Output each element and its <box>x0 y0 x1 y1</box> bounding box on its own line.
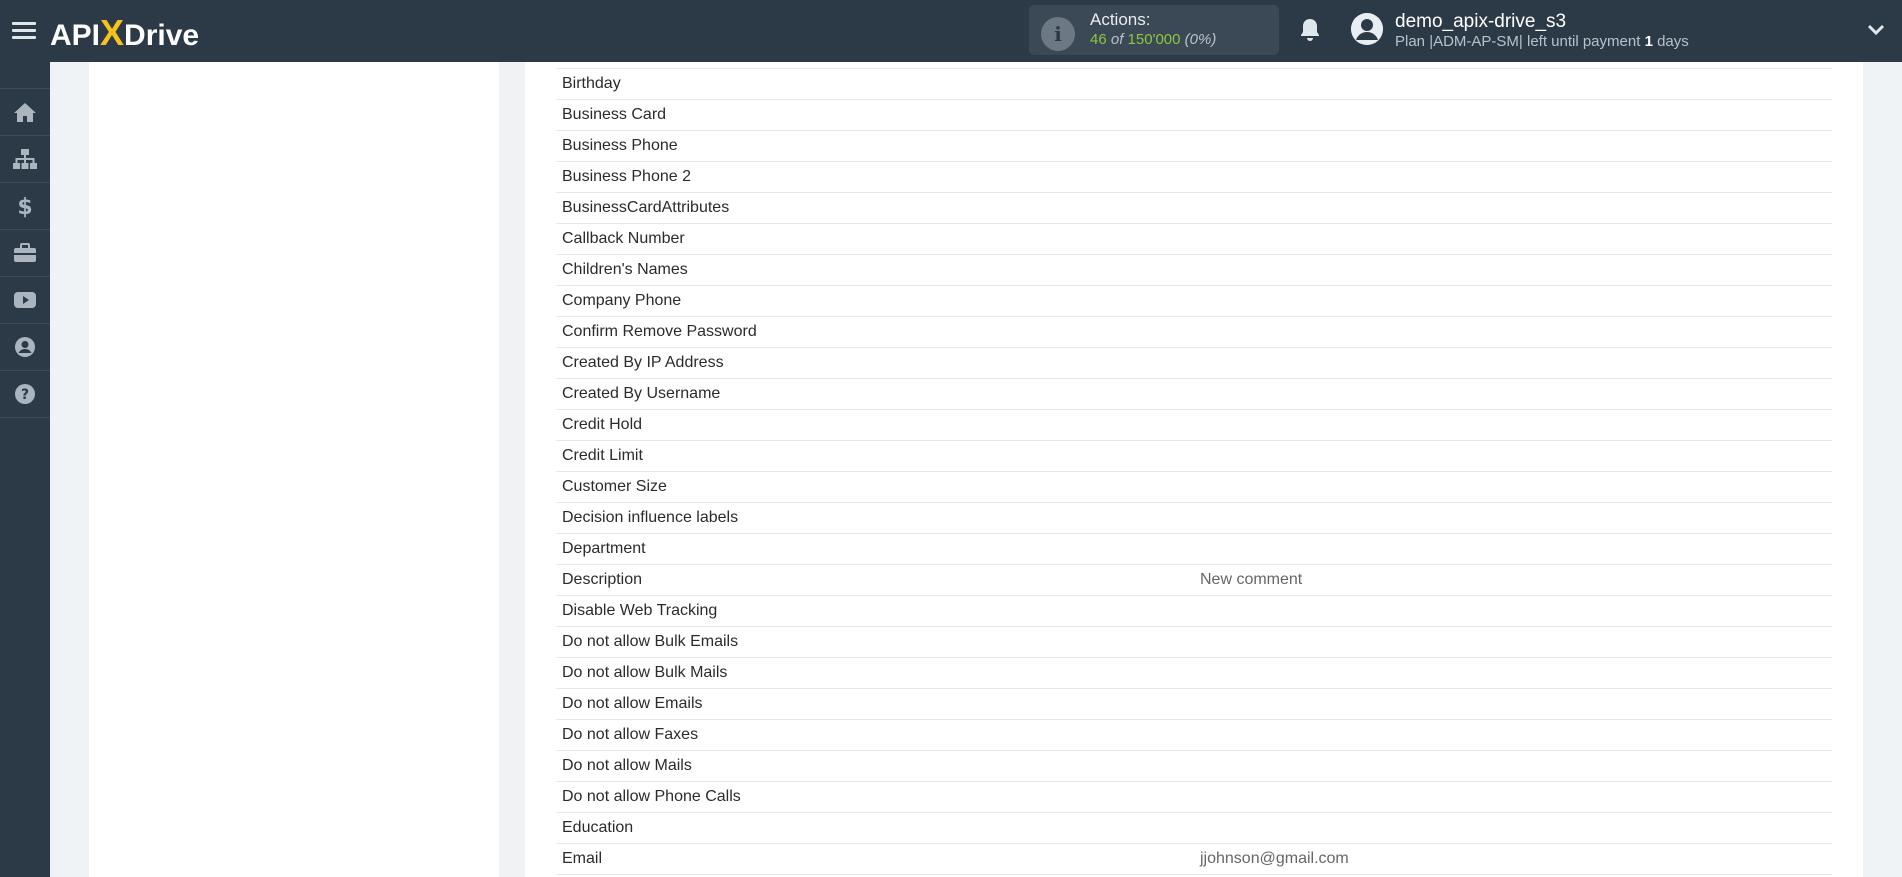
info-icon: i <box>1041 17 1075 51</box>
field-label: Company Phone <box>562 292 682 309</box>
svg-text:?: ? <box>21 387 29 403</box>
field-label: Created By IP Address <box>562 354 724 371</box>
table-row[interactable]: BusinessCardAttributes <box>556 193 1832 224</box>
sitemap-icon <box>13 149 37 169</box>
table-row[interactable]: Birthday <box>556 69 1832 100</box>
table-row[interactable]: Do not allow Bulk Emails <box>556 627 1832 658</box>
field-label: BusinessCardAttributes <box>562 199 730 216</box>
field-label: Description <box>562 571 643 588</box>
fields-table: Back Office Customer Birthday Business Car… <box>556 62 1832 875</box>
sidebar-item-home[interactable] <box>0 88 50 136</box>
briefcase-icon <box>14 243 36 262</box>
user-avatar-icon[interactable] <box>1351 13 1383 45</box>
help-icon: ? <box>15 384 35 404</box>
field-label: Do not allow Faxes <box>562 726 699 743</box>
actions-of: of <box>1110 31 1124 48</box>
table-row[interactable]: Education <box>556 813 1832 844</box>
table-row[interactable]: Confirm Remove Password <box>556 317 1832 348</box>
field-label: Do not allow Bulk Emails <box>562 633 739 650</box>
sidebar-item-connections[interactable] <box>0 136 50 183</box>
logo-drive: Drive <box>124 19 200 52</box>
table-row[interactable]: Created By IP Address <box>556 348 1832 379</box>
logo[interactable]: APIXDrive <box>50 12 199 54</box>
bell-icon[interactable] <box>1298 17 1322 43</box>
plan-info: Plan |ADM-AP-SM| left until payment 1 da… <box>1395 33 1689 50</box>
field-label: Business Card <box>562 106 667 123</box>
table-row[interactable]: Credit Limit <box>556 441 1832 472</box>
table-row[interactable]: Credit Hold <box>556 410 1832 441</box>
table-row[interactable]: Business Card <box>556 100 1832 131</box>
chevron-down-icon[interactable] <box>1866 20 1886 40</box>
field-value: New comment <box>1200 571 1303 588</box>
field-label: Birthday <box>562 75 621 92</box>
field-label: Department <box>562 540 646 557</box>
field-label: Children's Names <box>562 261 688 278</box>
logo-api: API <box>50 19 101 52</box>
table-row[interactable]: Children's Names <box>556 255 1832 286</box>
svg-text:$: $ <box>17 195 32 218</box>
actions-label: Actions: <box>1090 10 1151 29</box>
field-label: Do not allow Bulk Mails <box>562 664 728 681</box>
field-label: Do not allow Phone Calls <box>562 788 741 805</box>
field-label: Customer Size <box>562 478 667 495</box>
sidebar: $ ? <box>0 62 50 877</box>
field-label: Credit Limit <box>562 447 643 464</box>
table-row[interactable]: Do not allow Mails <box>556 751 1832 782</box>
field-label: Do not allow Emails <box>562 695 703 712</box>
field-label: Do not allow Mails <box>562 757 692 774</box>
table-row[interactable]: Do not allow Emails <box>556 689 1832 720</box>
table-row[interactable]: Customer Size <box>556 472 1832 503</box>
field-label: Disable Web Tracking <box>562 602 718 619</box>
table-row[interactable]: Do not allow Faxes <box>556 720 1832 751</box>
table-row[interactable]: Back Office Customer <box>556 62 1832 69</box>
sidebar-item-help[interactable]: ? <box>0 371 50 418</box>
table-row[interactable]: Email jjohnson@gmail.com <box>556 844 1832 875</box>
actions-total: 150'000 <box>1127 31 1181 48</box>
field-label: Business Phone <box>562 137 678 154</box>
table-row[interactable]: Description New comment <box>556 565 1832 596</box>
username[interactable]: demo_apix-drive_s3 <box>1395 11 1566 33</box>
actions-count: 46 of 150'000 (0%) <box>1090 31 1216 48</box>
field-label: Confirm Remove Password <box>562 323 757 340</box>
actions-used: 46 <box>1090 31 1107 48</box>
field-label: Email <box>562 850 603 867</box>
actions-percent: (0%) <box>1184 31 1217 48</box>
field-label: Education <box>562 819 634 836</box>
field-label: Business Phone 2 <box>562 168 691 185</box>
plan-prefix: Plan |ADM-AP-SM| left until payment <box>1395 33 1641 50</box>
plan-suffix: days <box>1657 33 1689 50</box>
dollar-icon: $ <box>17 195 32 218</box>
field-label: Back Office Customer <box>562 62 717 68</box>
plan-days: 1 <box>1644 33 1653 50</box>
sidebar-item-services[interactable] <box>0 230 50 277</box>
table-row[interactable]: Department <box>556 534 1832 565</box>
sidebar-item-account[interactable] <box>0 324 50 371</box>
table-row[interactable]: Company Phone <box>556 286 1832 317</box>
table-row[interactable]: Do not allow Phone Calls <box>556 782 1832 813</box>
left-panel <box>89 62 499 877</box>
actions-counter[interactable]: i Actions: 46 of 150'000 (0%) <box>1029 5 1279 55</box>
table-row[interactable]: Created By Username <box>556 379 1832 410</box>
field-value: jjohnson@gmail.com <box>1200 850 1349 867</box>
sidebar-item-video[interactable] <box>0 277 50 324</box>
field-label: Decision influence labels <box>562 509 739 526</box>
sidebar-item-billing[interactable]: $ <box>0 183 50 230</box>
logo-x: X <box>100 12 125 53</box>
user-circle-icon <box>15 337 35 357</box>
home-icon <box>14 103 36 122</box>
field-label: Created By Username <box>562 385 721 402</box>
field-label: Credit Hold <box>562 416 643 433</box>
table-row[interactable]: Decision influence labels <box>556 503 1832 534</box>
field-label: Callback Number <box>562 230 685 247</box>
table-row[interactable]: Callback Number <box>556 224 1832 255</box>
fields-panel: Back Office Customer Birthday Business Car… <box>525 62 1863 877</box>
table-row[interactable]: Business Phone 2 <box>556 162 1832 193</box>
table-row[interactable]: Business Phone <box>556 131 1832 162</box>
table-row[interactable]: Do not allow Bulk Mails <box>556 658 1832 689</box>
youtube-icon <box>14 292 36 308</box>
menu-icon[interactable] <box>12 18 36 44</box>
table-row[interactable]: Disable Web Tracking <box>556 596 1832 627</box>
top-bar: APIXDrive i Actions: 46 of 150'000 (0%) … <box>0 0 1902 62</box>
